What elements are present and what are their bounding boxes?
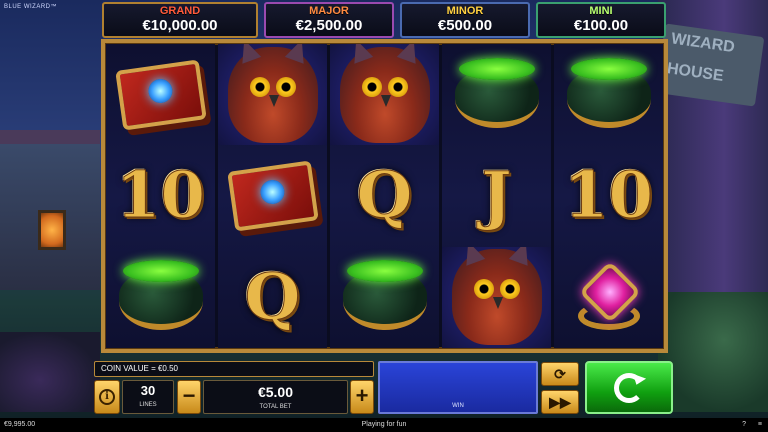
- reel-2: Q: [218, 44, 327, 348]
- reel-cell: [442, 44, 551, 145]
- ring-symbol: [574, 261, 644, 332]
- jackpot-major: MAJOR €2,500.00: [264, 2, 394, 38]
- spellbook-symbol: [226, 160, 319, 232]
- spin-button[interactable]: [585, 361, 673, 414]
- jackpot-grand: GRAND €10,000.00: [102, 2, 258, 38]
- background-bush-right: [658, 292, 768, 412]
- status-bar: €9,995.00 Playing for fun ? ≡: [0, 418, 768, 432]
- help-button[interactable]: ?: [742, 418, 746, 432]
- autoplay-button[interactable]: ⟳: [541, 362, 579, 386]
- jackpot-major-value: €2,500.00: [295, 17, 363, 34]
- reel-cell: [442, 246, 551, 348]
- reel-cell: [330, 44, 439, 146]
- turbo-button[interactable]: ▶▶: [541, 390, 579, 414]
- decrease-bet-button[interactable]: −: [177, 380, 201, 414]
- reel-cell: [218, 44, 327, 146]
- letter-symbol-q: Q: [356, 158, 413, 234]
- menu-button[interactable]: ≡: [758, 418, 762, 432]
- game-logo: BLUE WIZARD™: [4, 4, 58, 10]
- reel-cell: [106, 44, 215, 145]
- jackpot-mini: MINI €100.00: [536, 2, 666, 38]
- background-bush-left: [0, 332, 100, 412]
- total-bet-value: €5.00: [257, 384, 294, 400]
- spellbook-symbol: [114, 59, 207, 131]
- cauldron-symbol: [566, 57, 651, 132]
- reel-cell: 10: [106, 145, 215, 246]
- increase-bet-button[interactable]: +: [350, 380, 374, 414]
- win-label: WIN: [452, 403, 464, 409]
- lines-value: 30: [140, 383, 156, 398]
- reel-cell: [106, 247, 215, 348]
- reel-5: 10: [554, 44, 663, 348]
- reel-cell: Q: [330, 145, 439, 246]
- total-bet-display: €5.00 TOTAL BET: [203, 380, 348, 414]
- cauldron-symbol: [454, 57, 539, 132]
- reel-cell: J: [442, 145, 551, 246]
- letter-symbol-j: J: [481, 158, 512, 234]
- reel-3: Q: [330, 44, 439, 348]
- jackpot-minor: MINOR €500.00: [400, 2, 530, 38]
- jackpot-mini-value: €100.00: [573, 17, 629, 34]
- jackpot-grand-value: €10,000.00: [142, 17, 218, 34]
- jackpot-major-title: MAJOR: [309, 5, 349, 17]
- reel-cell: [330, 247, 439, 348]
- letter-symbol-10: 10: [563, 158, 654, 234]
- jackpot-minor-value: €500.00: [437, 17, 493, 34]
- background-window: [38, 210, 66, 250]
- lines-label: LINES: [139, 402, 157, 408]
- reel-grid: 10 Q Q J 10: [101, 39, 668, 353]
- reel-cell: [218, 145, 327, 246]
- owl-symbol: [227, 44, 318, 143]
- cauldron-symbol: [118, 260, 203, 334]
- reel-4: J: [442, 44, 551, 348]
- lines-display: 30 LINES: [122, 380, 174, 414]
- reel-cell: [554, 247, 663, 348]
- letter-symbol-10: 10: [115, 158, 206, 234]
- reel-cell: Q: [218, 247, 327, 348]
- owl-symbol: [339, 44, 430, 143]
- reel-1: 10: [106, 44, 215, 348]
- win-display: WIN: [378, 361, 538, 414]
- total-bet-label: TOTAL BET: [259, 404, 292, 410]
- jackpot-grand-title: GRAND: [159, 5, 201, 17]
- autoplay-icon: ⟳: [554, 366, 566, 382]
- paytable-button[interactable]: i: [94, 380, 120, 414]
- letter-symbol-q: Q: [244, 259, 301, 335]
- info-icon: i: [99, 389, 115, 405]
- fast-forward-icon: ▶▶: [549, 394, 571, 410]
- owl-symbol: [451, 246, 542, 346]
- jackpot-mini-title: MINI: [589, 5, 613, 17]
- reel-cell: 10: [554, 145, 663, 246]
- cauldron-symbol: [342, 260, 427, 334]
- reel-cell: [554, 44, 663, 145]
- spin-icon: [614, 372, 644, 403]
- play-mode-text: Playing for fun: [361, 421, 407, 428]
- jackpot-minor-title: MINOR: [446, 5, 484, 17]
- coin-value-display: COIN VALUE = €0.50: [94, 361, 374, 377]
- wizard-house-sign: WIZARD HOUSE: [655, 23, 765, 107]
